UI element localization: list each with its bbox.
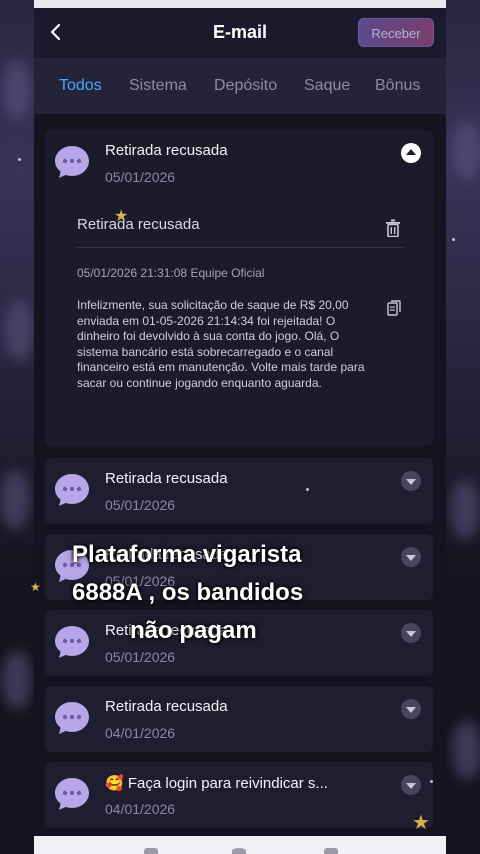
chevron-down-icon	[406, 479, 416, 485]
message-title: 🥰 Faça login para reivindicar s...	[105, 775, 328, 792]
divider	[77, 247, 403, 248]
star-icon: ★	[30, 580, 41, 594]
star-icon: ★	[114, 208, 129, 225]
caption-line-3: não pagam	[130, 617, 257, 644]
expand-button[interactable]	[401, 471, 421, 491]
message-item[interactable]: Retirada recusada 04/01/2026	[45, 686, 433, 752]
detail-title: Retirada recusada	[77, 216, 200, 233]
receive-button[interactable]: Receber	[358, 18, 434, 47]
caption-line-2: 6888A , os bandidos	[72, 579, 304, 606]
chevron-down-icon	[406, 707, 416, 713]
expand-button[interactable]	[401, 547, 421, 567]
chat-bubble-icon	[55, 778, 89, 810]
star-icon: ★	[412, 812, 430, 834]
message-list: Retirada recusada 05/01/2026 Retirada re…	[34, 114, 446, 836]
video-caption: Plataforma vigarista 6888A , os bandidos…	[72, 536, 372, 650]
message-meta: 05/01/2026 21:31:08 Equipe Oficial	[77, 266, 265, 280]
tab-saque[interactable]: Saque	[304, 77, 350, 95]
sparkle	[306, 488, 309, 491]
chat-bubble-icon	[55, 702, 89, 734]
chevron-down-icon	[406, 783, 416, 789]
message-item[interactable]: 🥰 Faça login para reivindicar s... 04/01…	[45, 762, 433, 828]
tab-deposito[interactable]: Depósito	[214, 77, 277, 95]
chat-bubble-icon	[55, 146, 89, 178]
trash-icon[interactable]	[385, 219, 401, 237]
blurred-background-right	[446, 0, 480, 854]
sparkle	[430, 780, 433, 783]
chevron-up-icon	[406, 149, 416, 155]
header: E-mail Receber	[34, 8, 446, 58]
message-title: Retirada recusada	[105, 698, 228, 715]
collapse-button[interactable]	[401, 143, 421, 163]
copy-icon[interactable]	[387, 300, 401, 316]
message-item-expanded[interactable]: Retirada recusada 05/01/2026 Retirada re…	[45, 130, 433, 446]
expand-button[interactable]	[401, 699, 421, 719]
message-date: 05/01/2026	[105, 169, 176, 185]
message-title: Retirada recusada	[105, 142, 228, 159]
expand-button[interactable]	[401, 623, 421, 643]
sparkle	[18, 158, 21, 161]
status-bar	[34, 0, 446, 8]
message-body: Infelizmente, sua solicitação de saque d…	[77, 298, 365, 390]
tab-bonus[interactable]: Bônus	[375, 77, 420, 95]
message-item[interactable]: Retirada recusada 05/01/2026	[45, 458, 433, 524]
chevron-down-icon	[406, 631, 416, 637]
chevron-down-icon	[406, 555, 416, 561]
blurred-background-left	[0, 0, 34, 854]
expand-button[interactable]	[401, 775, 421, 795]
chat-bubble-icon	[55, 474, 89, 506]
message-title: Retirada recusada	[105, 470, 228, 487]
tab-todos[interactable]: Todos	[59, 77, 102, 95]
message-date: 05/01/2026	[105, 649, 176, 665]
system-nav-bar	[34, 836, 446, 854]
message-date: 05/01/2026	[105, 497, 176, 513]
message-date: 04/01/2026	[105, 801, 176, 817]
app-screen: E-mail Receber Todos Sistema Depósito Sa…	[34, 0, 446, 854]
tab-bar: Todos Sistema Depósito Saque Bônus	[34, 58, 446, 114]
sparkle	[452, 238, 455, 241]
caption-line-1: Plataforma vigarista	[72, 541, 302, 568]
message-date: 04/01/2026	[105, 725, 176, 741]
tab-sistema[interactable]: Sistema	[129, 77, 187, 95]
